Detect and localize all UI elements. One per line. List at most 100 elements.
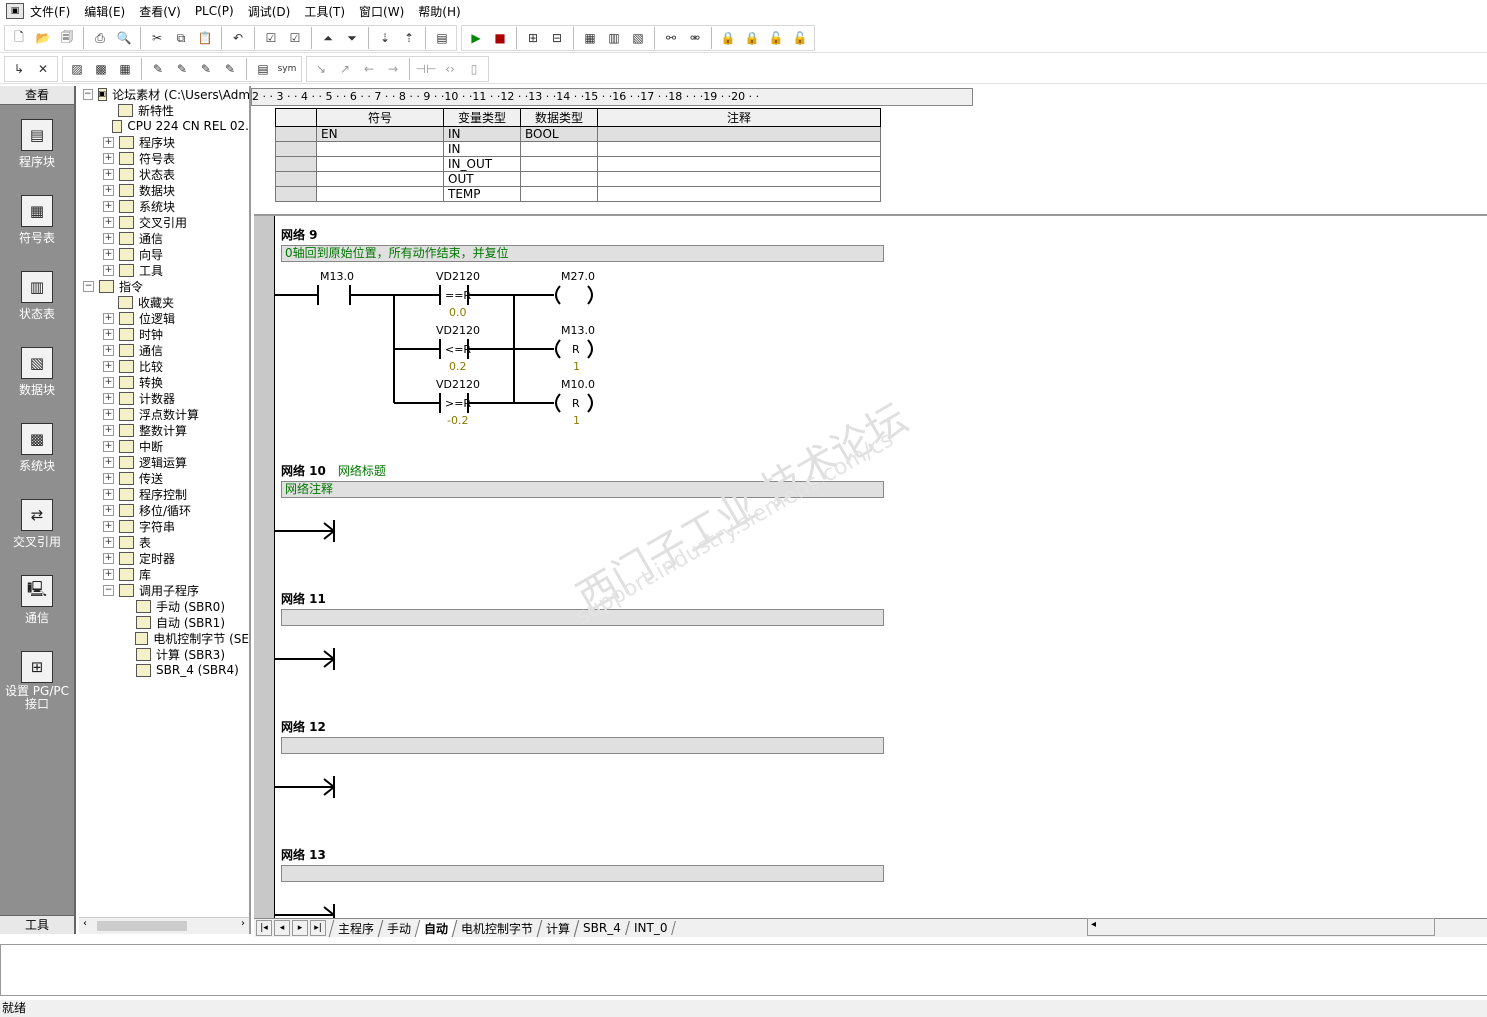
table-cell[interactable] [520,186,598,202]
tree-item[interactable]: 计算 (SBR3) [79,646,249,662]
table-cell[interactable] [597,186,881,202]
tree-root[interactable]: − ▣ 论坛素材 (C:\Users\Admir [79,86,249,102]
expand-icon[interactable]: + [103,232,114,244]
write-all-icon[interactable]: ▧ [628,28,648,48]
read-all-forced-icon[interactable]: 🔓 [790,28,810,48]
compare-3-address[interactable]: VD2120 [436,378,480,391]
tree-item[interactable]: − 调用子程序 [79,582,249,598]
line-down-icon[interactable]: ↘ [311,59,331,79]
expand-icon[interactable]: + [103,408,114,420]
next-bookmark-icon[interactable]: ✎ [172,59,192,79]
table-cell[interactable]: TEMP [443,186,521,202]
tab-sbr4[interactable]: SBR_4 [574,921,630,935]
network-11-title[interactable]: 网络 11 [281,590,326,607]
tree-item[interactable]: + 程序块 [79,134,249,150]
expand-icon[interactable]: + [103,200,114,212]
collapse-icon[interactable]: − [83,88,93,100]
insert-network-icon[interactable]: ↳ [9,59,29,79]
compare-2-value[interactable]: 0.2 [449,360,467,373]
sym-icon[interactable]: sym [277,59,297,79]
remove-bookmark-icon[interactable]: ✎ [220,59,240,79]
table-cell[interactable] [275,126,317,142]
network-13-title[interactable]: 网络 13 [281,846,326,863]
table-cell[interactable]: BOOL [520,126,598,142]
output-window[interactable] [0,944,1487,996]
table-row[interactable]: OUT [275,171,881,187]
compare-1-value[interactable]: 0.0 [449,306,467,319]
table-cell[interactable] [597,126,881,142]
delete-network-icon[interactable]: ✕ [33,59,53,79]
tree-item[interactable]: CPU 224 CN REL 02. [79,118,249,134]
sort-asc-icon[interactable]: ⇣ [375,28,395,48]
tree-item[interactable]: + 逻辑运算 [79,454,249,470]
lock2-icon[interactable]: 🔒 [742,28,762,48]
tab-last-icon[interactable]: ▸| [310,920,326,936]
tree-item[interactable]: + 计数器 [79,390,249,406]
expand-icon[interactable]: + [103,424,114,436]
contact-address[interactable]: M13.0 [320,270,354,283]
expand-icon[interactable]: + [103,168,114,180]
single-read-icon[interactable]: ▥ [604,28,624,48]
table-cell[interactable] [275,141,317,157]
table-row[interactable]: TEMP [275,186,881,202]
menu-file[interactable]: 文件(F) [30,3,70,20]
tree-item[interactable]: + 传送 [79,470,249,486]
expand-icon[interactable]: + [103,456,114,468]
undo-icon[interactable]: ↶ [228,28,248,48]
options-icon[interactable]: ▤ [432,28,452,48]
table-cell[interactable] [316,171,444,187]
expand-icon[interactable]: + [103,504,114,516]
menu-plc[interactable]: PLC(P) [195,4,234,18]
table-cell[interactable]: IN [443,141,521,157]
tree-item[interactable]: 手动 (SBR0) [79,598,249,614]
expand-icon[interactable]: + [103,488,114,500]
compare-1-address[interactable]: VD2120 [436,270,480,283]
tree-item[interactable]: 自动 (SBR1) [79,614,249,630]
table-cell[interactable] [275,171,317,187]
nav-program-block[interactable]: ▤ 程序块 [0,119,74,181]
nav-symbol-table[interactable]: ▦ 符号表 [0,195,74,257]
tab-auto[interactable]: 自动 [414,919,458,937]
editor-horizontal-scrollbar[interactable]: ◂ [1087,918,1435,936]
tab-motor-control-byte[interactable]: 电机控制字节 [451,919,543,937]
bookmark-icon[interactable]: ✎ [148,59,168,79]
tree-horizontal-scrollbar[interactable]: ‹ › [79,917,249,934]
table-cell[interactable] [316,141,444,157]
run-icon[interactable]: ▶ [466,28,486,48]
tab-manual[interactable]: 手动 [377,919,421,937]
network-12-comment[interactable] [281,737,884,754]
menu-window[interactable]: 窗口(W) [359,3,404,20]
unforce-icon[interactable]: ⚮ [685,28,705,48]
collapse-icon[interactable]: − [103,584,114,596]
symbol-table-icon[interactable]: ▤ [253,59,273,79]
expand-icon[interactable]: + [103,328,114,340]
expand-icon[interactable]: + [103,264,114,276]
tree-item[interactable]: + 定时器 [79,550,249,566]
lock-icon[interactable]: 🔒 [718,28,738,48]
force-icon[interactable]: ⚯ [661,28,681,48]
tree-item[interactable]: + 通信 [79,342,249,358]
print-preview-icon[interactable]: 🔍 [114,28,134,48]
table-cell[interactable]: EN [316,126,444,142]
table-cell[interactable] [316,186,444,202]
tab-first-icon[interactable]: |◂ [256,920,272,936]
expand-icon[interactable]: + [103,248,114,260]
new-file-icon[interactable]: 🗋 [9,28,29,48]
menu-view[interactable]: 查看(V) [139,3,181,20]
toggle-comment-icon[interactable]: ▩ [91,59,111,79]
chart-status-icon[interactable]: ▦ [580,28,600,48]
tree-item[interactable]: + 时钟 [79,326,249,342]
expand-icon[interactable]: + [103,472,114,484]
menu-debug[interactable]: 调试(D) [248,3,291,20]
nav-data-block[interactable]: ▧ 数据块 [0,347,74,409]
app-icon[interactable]: ▣ [6,3,24,19]
navigation-bar-header[interactable]: 查看 [0,86,74,105]
table-cell[interactable] [520,156,598,172]
line-right-icon[interactable]: → [383,59,403,79]
expand-icon[interactable]: + [103,392,114,404]
expand-icon[interactable]: + [103,552,114,564]
line-left-icon[interactable]: ← [359,59,379,79]
tree-item[interactable]: + 库 [79,566,249,582]
scrollbar-thumb[interactable] [97,921,187,931]
table-row[interactable]: IN [275,141,881,157]
